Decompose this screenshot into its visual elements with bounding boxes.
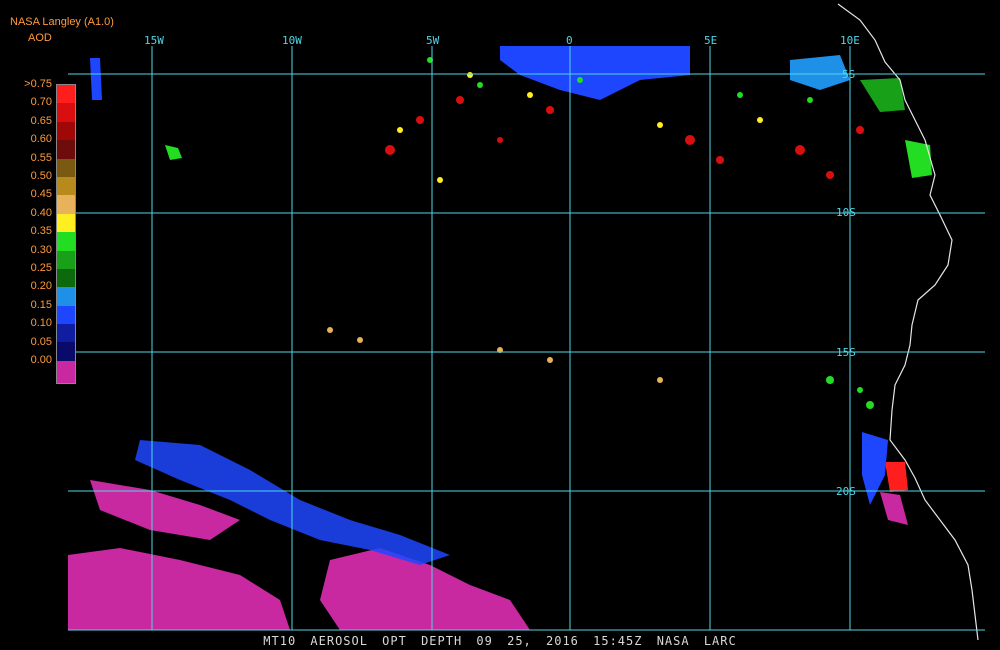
lon-label-0: 0 [566, 34, 573, 47]
lon-label-5e: 5E [704, 34, 717, 47]
legend-swatch [57, 342, 75, 361]
legend-label: 0.50 [30, 170, 52, 182]
legend-swatch [57, 250, 75, 269]
legend-label: 0.60 [30, 133, 52, 146]
legend-swatch [57, 103, 75, 122]
legend-swatch [57, 85, 75, 104]
lon-label-10w: 10W [282, 34, 302, 47]
legend-swatch [57, 268, 75, 288]
aerosol-map: 15W 10W 5W 0 5E 10E 5S 10S 15S 20S [0, 0, 1000, 650]
legend-label: 0.45 [30, 188, 52, 201]
legend-label: 0.00 [30, 354, 52, 366]
legend-label: 0.40 [30, 206, 52, 219]
legend-swatch [57, 213, 75, 233]
legend-swatch [57, 158, 75, 177]
lat-label-5s: 5S [842, 68, 855, 81]
legend-swatch [57, 140, 75, 159]
footer-caption: MT10 AEROSOL OPT DEPTH 09 25, 2016 15:45… [263, 634, 737, 648]
legend-label: 0.10 [30, 317, 52, 330]
legend-swatch [57, 305, 75, 325]
legend-label: 0.20 [30, 280, 52, 293]
legend-swatch [57, 324, 75, 343]
lon-label-15w: 15W [144, 34, 164, 47]
legend-label: 0.70 [30, 96, 52, 109]
color-legend [56, 84, 76, 384]
legend-label: 0.55 [30, 151, 52, 164]
legend-swatch [57, 360, 75, 383]
product-label: AOD [28, 32, 52, 44]
legend-swatch [57, 287, 75, 306]
lon-label-10e: 10E [840, 34, 860, 47]
lat-label-10s: 10S [836, 206, 856, 219]
legend-label: 0.05 [30, 335, 52, 348]
legend-label: 0.25 [30, 262, 52, 274]
legend-label: 0.30 [30, 243, 52, 256]
aod-region-blue-northwest [90, 58, 102, 100]
lat-label-15s: 15S [836, 346, 856, 359]
legend-swatch [57, 121, 75, 141]
lon-label-5w: 5W [426, 34, 440, 47]
legend-label: 0.35 [30, 225, 52, 238]
source-title: NASA Langley (A1.0) [10, 16, 114, 28]
legend-label: 0.65 [30, 114, 52, 127]
legend-label: 0.15 [30, 298, 52, 311]
legend-swatch [57, 176, 75, 196]
lat-label-20s: 20S [836, 485, 856, 498]
legend-swatch [57, 195, 75, 214]
legend-swatch [57, 232, 75, 251]
legend-label: >0.75 [24, 78, 52, 90]
